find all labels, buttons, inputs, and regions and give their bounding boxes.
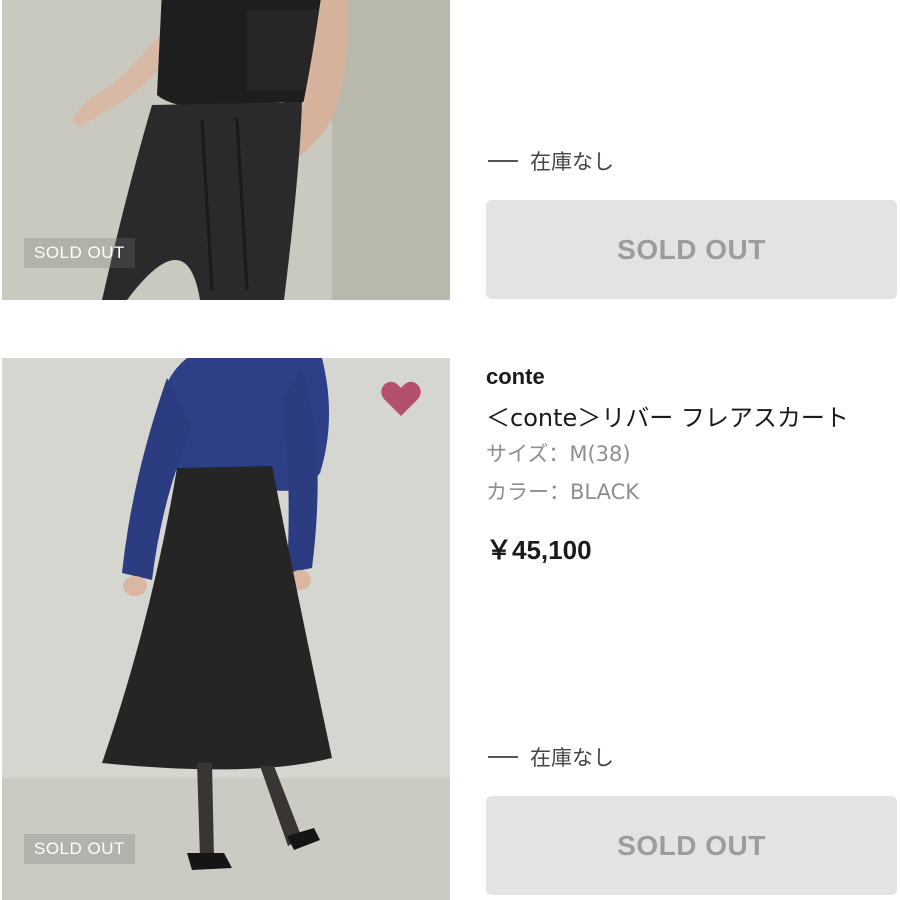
brand-name[interactable]: conte bbox=[486, 364, 545, 390]
dash-icon bbox=[488, 160, 518, 162]
sold-out-badge: SOLD OUT bbox=[24, 238, 135, 268]
dash-icon bbox=[488, 756, 518, 758]
sold-out-button[interactable]: SOLD OUT bbox=[486, 200, 897, 299]
product-name[interactable]: ＜conte＞リバー フレアスカート bbox=[486, 398, 849, 433]
sold-out-badge: SOLD OUT bbox=[24, 834, 135, 864]
product-info: conte ＜conte＞リバー フレアスカート サイズ：M(38) カラー：B… bbox=[486, 358, 900, 900]
heart-icon bbox=[381, 381, 421, 416]
size-label: サイズ：M(38) bbox=[486, 442, 631, 466]
sold-out-button[interactable]: SOLD OUT bbox=[486, 796, 897, 895]
product-list: SOLD OUT 在庫なし SOLD OUT SOLD OUT conte ＜c… bbox=[0, 0, 900, 900]
stock-status: 在庫なし bbox=[488, 742, 614, 772]
stock-status-label: 在庫なし bbox=[530, 150, 614, 174]
stock-status: 在庫なし bbox=[488, 146, 614, 176]
product-photo-illustration bbox=[2, 358, 450, 900]
product-image[interactable]: SOLD OUT bbox=[2, 358, 450, 900]
product-card: SOLD OUT conte ＜conte＞リバー フレアスカート サイズ：M(… bbox=[0, 358, 900, 900]
product-info: 在庫なし SOLD OUT bbox=[486, 0, 900, 300]
product-card: SOLD OUT 在庫なし SOLD OUT bbox=[0, 0, 900, 300]
color-label: カラー：BLACK bbox=[486, 480, 640, 504]
stock-status-label: 在庫なし bbox=[530, 746, 614, 770]
favorite-heart-icon[interactable] bbox=[380, 380, 422, 418]
price: ￥45,100 bbox=[486, 535, 592, 565]
product-image[interactable]: SOLD OUT bbox=[2, 0, 450, 300]
